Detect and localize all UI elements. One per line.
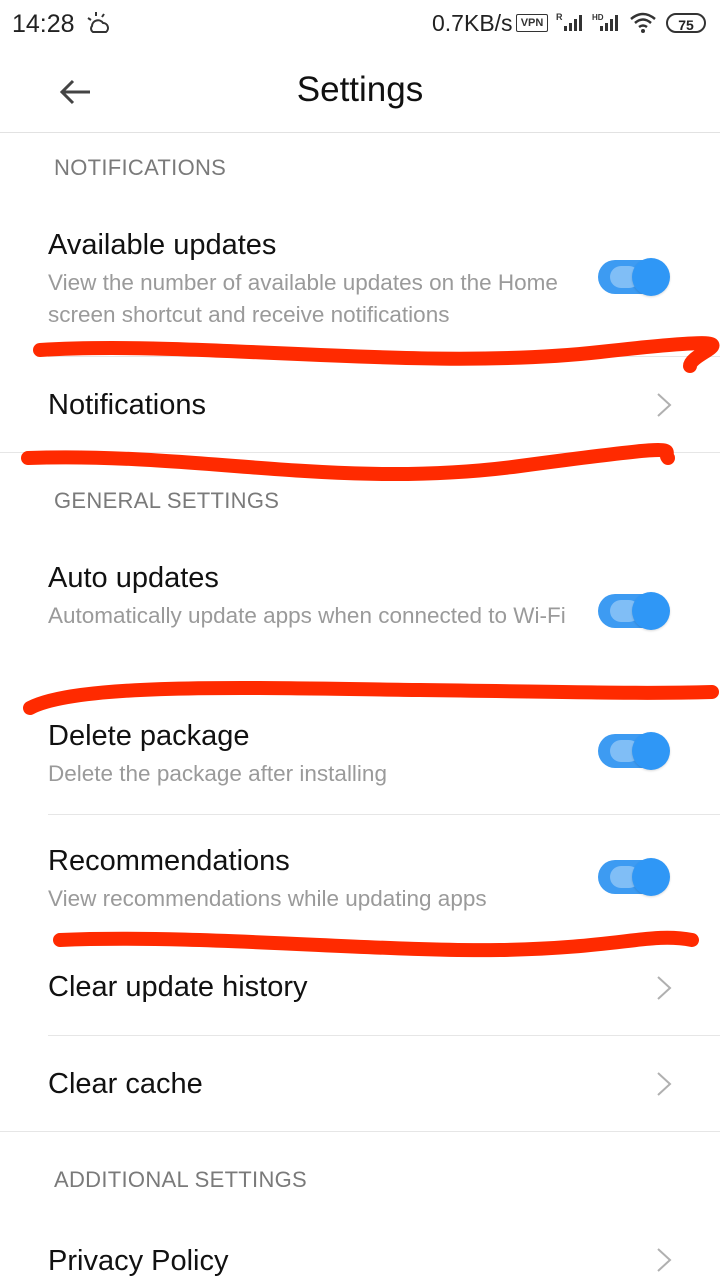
chevron-right-icon bbox=[657, 1072, 672, 1096]
available-updates-toggle[interactable] bbox=[598, 258, 672, 296]
section-additional-settings: ADDITIONAL SETTINGS bbox=[54, 1167, 308, 1192]
section-general-settings: GENERAL SETTINGS bbox=[54, 488, 280, 513]
weather-icon bbox=[87, 12, 109, 33]
setting-available-updates[interactable]: Available updates View the number of ava… bbox=[0, 225, 720, 355]
annotation-stroke bbox=[23, 680, 719, 715]
annotation-stroke bbox=[21, 443, 675, 482]
chevron-right-icon bbox=[657, 1248, 672, 1272]
setting-title: Clear cache bbox=[48, 1068, 203, 1100]
page-title: Settings bbox=[296, 70, 424, 109]
vpn-icon: VPN bbox=[516, 14, 548, 32]
setting-subtitle: View recommendations while updating apps bbox=[48, 886, 487, 911]
status-time: 14:28 bbox=[12, 10, 75, 38]
setting-title: Delete package bbox=[48, 720, 250, 752]
setting-notifications[interactable]: Notifications bbox=[0, 357, 720, 452]
setting-subtitle: Automatically update apps when connected… bbox=[48, 603, 566, 628]
recommendations-toggle[interactable] bbox=[598, 858, 672, 896]
setting-title: Privacy Policy bbox=[48, 1245, 229, 1277]
chevron-right-icon bbox=[657, 976, 672, 1000]
setting-title: Clear update history bbox=[48, 971, 308, 1003]
divider bbox=[0, 1131, 720, 1132]
divider bbox=[0, 452, 720, 453]
setting-subtitle: Delete the package after installing bbox=[48, 761, 387, 786]
setting-delete-package[interactable]: Delete package Delete the package after … bbox=[0, 714, 720, 814]
signal-icon: R bbox=[556, 12, 582, 31]
divider bbox=[48, 814, 720, 815]
signal-hd-icon: HD bbox=[592, 13, 618, 31]
setting-recommendations[interactable]: Recommendations View recommendations whi… bbox=[0, 840, 720, 935]
chevron-right-icon bbox=[657, 393, 672, 417]
setting-privacy-policy[interactable]: Privacy Policy bbox=[0, 1212, 720, 1280]
app-header: Settings bbox=[0, 50, 720, 133]
wifi-icon bbox=[630, 12, 656, 33]
setting-clear-update-history[interactable]: Clear update history bbox=[0, 940, 720, 1035]
setting-subtitle: View the number of available updates on … bbox=[48, 270, 558, 327]
setting-title: Available updates bbox=[48, 229, 277, 261]
section-notifications: NOTIFICATIONS bbox=[54, 155, 227, 180]
setting-title: Auto updates bbox=[48, 562, 219, 594]
auto-updates-toggle[interactable] bbox=[598, 592, 672, 630]
signal-label: R bbox=[556, 12, 563, 22]
network-speed: 0.7KB/s bbox=[432, 10, 513, 36]
signal-hd-label: HD bbox=[592, 13, 604, 22]
setting-title: Recommendations bbox=[48, 845, 290, 877]
battery-icon: 75 bbox=[666, 13, 706, 33]
setting-title: Notifications bbox=[48, 389, 206, 421]
setting-clear-cache[interactable]: Clear cache bbox=[0, 1036, 720, 1131]
setting-auto-updates[interactable]: Auto updates Automatically update apps w… bbox=[0, 558, 720, 688]
status-bar: 14:28 0.7KB/s VPN R HD 75 bbox=[0, 0, 720, 50]
delete-package-toggle[interactable] bbox=[598, 732, 672, 770]
